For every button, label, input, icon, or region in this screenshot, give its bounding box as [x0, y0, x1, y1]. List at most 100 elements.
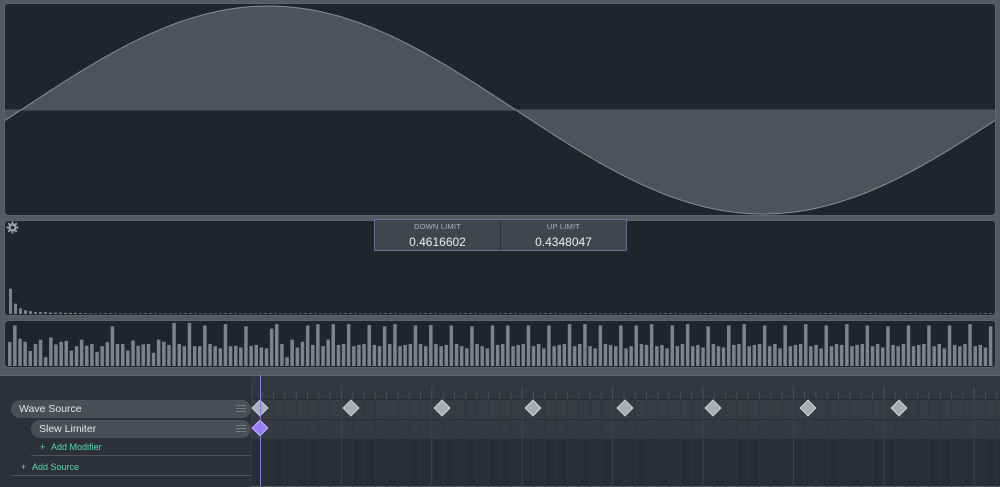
spectrum-floor-tick [194, 313, 197, 314]
level-bar [223, 324, 228, 366]
spectrum-floor-tick [704, 313, 707, 314]
spectrum-floor-tick [389, 313, 392, 314]
spectrum-floor-tick [364, 313, 367, 314]
spectrum-bar [54, 312, 57, 314]
level-bar [429, 325, 433, 366]
spectrum-floor-tick [534, 313, 537, 314]
spectrum-floor-tick [719, 313, 722, 314]
level-bar [172, 322, 176, 366]
keyframe-diamond[interactable] [524, 399, 542, 417]
spectrum-floor-tick [379, 313, 382, 314]
level-bar [85, 345, 89, 366]
spectrum-floor-tick [394, 313, 397, 314]
settings-gear-icon[interactable] [6, 221, 19, 234]
level-bar [639, 344, 644, 366]
spectrum-floor-tick [504, 313, 507, 314]
spectrum-floor-tick [269, 313, 272, 314]
keyframe-diamond[interactable] [616, 399, 634, 417]
level-bar [49, 337, 53, 366]
keyframe-diamond[interactable] [890, 399, 908, 417]
spectrum-floor-tick [524, 313, 527, 314]
spectrum-bar [19, 308, 22, 314]
spectrum-floor-tick [154, 313, 157, 314]
spectrum-floor-tick [959, 313, 962, 314]
spectrum-floor-tick [99, 313, 102, 314]
keyframe-diamond[interactable] [342, 399, 360, 417]
level-bar [439, 346, 443, 366]
spectrum-floor-tick [284, 313, 287, 314]
level-bar [732, 344, 736, 366]
spectrum-floor-tick [749, 313, 752, 314]
level-bar [665, 348, 669, 366]
keyframe-diamond[interactable] [433, 399, 451, 417]
spectrum-floor-tick [259, 313, 262, 314]
spectrum-floor-tick [244, 313, 247, 314]
keyframe-diamond[interactable] [704, 399, 722, 417]
spectrum-floor-tick [434, 313, 437, 314]
level-bar [552, 346, 556, 366]
spectrum-floor-tick [859, 313, 862, 314]
level-bar [562, 344, 567, 366]
level-bar [146, 344, 151, 366]
spectrum-floor-tick [989, 313, 992, 314]
level-bar [901, 344, 906, 366]
level-bar [696, 344, 700, 366]
keyframe-diamond[interactable] [799, 399, 817, 417]
level-bar [598, 325, 603, 366]
spectrum-floor-tick [594, 313, 597, 314]
spectrum-floor-tick [954, 313, 957, 314]
spectrum-floor-tick [729, 313, 732, 314]
level-bar [521, 344, 525, 366]
level-bar [403, 344, 407, 366]
level-bar [151, 352, 156, 366]
level-bar [660, 344, 664, 366]
level-bar [74, 346, 79, 366]
level-bar [295, 347, 300, 366]
playhead[interactable] [260, 375, 261, 486]
spectrum-floor-tick [619, 313, 622, 314]
level-bar [978, 344, 983, 366]
spectrum-floor-tick [469, 313, 472, 314]
down-limit-control[interactable]: DOWN LIMIT 0.4616602 [375, 220, 500, 250]
up-limit-control[interactable]: UP LIMIT 0.4348047 [500, 220, 626, 250]
level-bar [603, 344, 608, 366]
spectrum-floor-tick [184, 313, 187, 314]
level-bar [341, 344, 346, 366]
level-bar [624, 348, 628, 366]
level-bar [578, 344, 582, 366]
spectrum-floor-tick [494, 313, 497, 314]
spectrum-floor-tick [289, 313, 292, 314]
spectrum-floor-tick [834, 313, 837, 314]
down-limit-value[interactable]: 0.4616602 [409, 236, 466, 249]
spectrum-floor-tick [584, 313, 587, 314]
spectrum-floor-tick [624, 313, 627, 314]
level-bar [644, 344, 649, 366]
spectrum-floor-tick [564, 313, 567, 314]
level-bar [629, 346, 633, 366]
spectrum-floor-tick [964, 313, 967, 314]
level-bar [834, 344, 839, 366]
level-bar [54, 344, 58, 366]
level-bar [311, 344, 315, 366]
level-bar [675, 346, 680, 366]
level-bar [285, 357, 289, 366]
spectrum-floor-tick [909, 313, 912, 314]
waveform-plot [5, 5, 995, 215]
spectrum-floor-tick [694, 313, 697, 314]
spectrum-floor-tick [799, 313, 802, 314]
up-limit-value[interactable]: 0.4348047 [535, 236, 592, 249]
timeline: Wave Source Slew Limiter + Add Modifier +… [0, 375, 1000, 487]
spectrum-floor-tick [539, 313, 542, 314]
level-bar [783, 325, 787, 366]
spectrum-floor-tick [809, 313, 812, 314]
spectrum-floor-tick [639, 313, 642, 314]
level-bar [608, 344, 613, 366]
spectrum-floor-tick [224, 313, 227, 314]
level-bar [434, 344, 438, 366]
spectrum-floor-tick [514, 313, 517, 314]
spectrum-floor-tick [139, 313, 142, 314]
level-bar [937, 344, 941, 366]
spectrum-floor-tick [229, 313, 232, 314]
level-bar [716, 346, 721, 366]
spectrum-floor-tick [274, 313, 277, 314]
